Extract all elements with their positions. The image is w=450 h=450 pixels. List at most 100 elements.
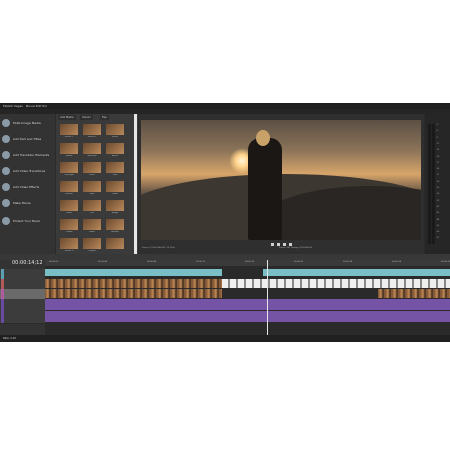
video-frame xyxy=(141,120,421,240)
media-thumbnail[interactable]: Mountain xyxy=(82,143,102,159)
track-color xyxy=(1,311,4,323)
media-thumbnail[interactable]: Clouds xyxy=(59,219,79,235)
next-frame-icon[interactable] xyxy=(289,242,292,246)
person-silhouette xyxy=(248,138,282,240)
thumbnail-image xyxy=(83,143,101,154)
track-color xyxy=(1,279,4,289)
ruler-tick-label: 00:00:24 xyxy=(343,261,352,263)
media-thumbnail[interactable]: River xyxy=(82,162,102,178)
media-thumbnail[interactable]: Dawn xyxy=(105,181,125,197)
audio-clip[interactable] xyxy=(45,299,450,310)
media-thumbnail[interactable]: City Night xyxy=(59,162,79,178)
media-thumbnail[interactable]: Road xyxy=(82,219,102,235)
audio-clip[interactable] xyxy=(45,311,450,322)
wizard-item-label: Add Video Effects xyxy=(13,185,40,189)
video-clip[interactable] xyxy=(45,279,222,288)
meter-tick-label: -18 xyxy=(436,155,440,158)
meter-left xyxy=(428,124,431,244)
thumbnail-image xyxy=(83,162,101,173)
wizard-item-make-movie[interactable]: Make Movie xyxy=(2,196,54,210)
ruler-tick-label: 00:00:08 xyxy=(147,261,156,263)
thumbnail-image xyxy=(106,238,124,249)
meter-tick-label: -27 xyxy=(436,174,440,177)
thumbnail-image xyxy=(83,238,101,249)
thumbnail-label: Road xyxy=(89,231,95,233)
wizard-item-text[interactable]: Add Text and Titles xyxy=(2,132,54,146)
media-thumbnail[interactable]: Canyon xyxy=(82,238,102,254)
track-color xyxy=(1,269,4,279)
media-thumbnail[interactable]: Desert 3 xyxy=(59,238,79,254)
thumbnail-label: Desert 1 xyxy=(64,136,74,138)
meter-tick-label: -51 xyxy=(436,224,440,227)
video-clip[interactable] xyxy=(222,279,450,288)
media-thumbnail[interactable]: Desert 2 xyxy=(82,124,102,140)
media-tab[interactable]: Import xyxy=(80,115,93,120)
media-thumbnail[interactable]: Desert 1 xyxy=(59,124,79,140)
window-subtitle: Movie Edit Pro xyxy=(25,104,48,108)
thumbnail-label: Cliff xyxy=(90,212,94,214)
wizard-item-label: Add Text and Titles xyxy=(13,137,42,141)
timeline-ruler[interactable]: 00:00:00 00:00:04 00:00:08 00:00:12 00:00:16… xyxy=(45,260,450,266)
media-thumbnail[interactable]: Lake xyxy=(105,162,125,178)
wizard-item-video-transitions[interactable]: Add Video Transitions xyxy=(2,164,54,178)
media-thumbnail[interactable]: Portrait xyxy=(59,181,79,197)
wizard-panel: Multi-Image Media Add Text and Titles Ad… xyxy=(0,114,55,254)
window-title: MAGIX Vegas xyxy=(3,104,23,108)
play-icon[interactable] xyxy=(277,242,280,246)
media-thumbnail[interactable] xyxy=(105,238,125,254)
thumbnail-label: Horizon xyxy=(111,231,119,233)
meter-right xyxy=(432,124,435,244)
status-text: Rate: 0.00 xyxy=(3,337,16,340)
ruler-tick-label: 00:00:32 xyxy=(441,261,450,263)
meter-tick-label: -45 xyxy=(436,212,440,215)
thumbnail-label: Portrait xyxy=(65,193,73,195)
ruler-tick-label: 00:00:28 xyxy=(392,261,401,263)
thumbnail-image xyxy=(60,200,78,211)
thumbnail-image xyxy=(83,200,101,211)
video-transition-icon xyxy=(2,167,10,175)
wizard-item-music[interactable]: Protect Your Music xyxy=(2,214,54,228)
meter-tick-label: -57 xyxy=(436,237,440,240)
thumbnail-label: Dawn xyxy=(112,193,118,195)
thumbnail-label: Sunset xyxy=(65,155,73,157)
thumbnail-image xyxy=(60,219,78,230)
title-clip[interactable] xyxy=(45,269,222,276)
stop-icon[interactable] xyxy=(283,242,286,246)
meter-tick-label: -12 xyxy=(436,142,440,145)
media-tab[interactable]: Exp xyxy=(100,115,109,120)
meter-tick-label: -6 xyxy=(436,130,438,133)
media-thumbnail[interactable]: Bridge xyxy=(105,200,125,216)
media-thumbnail[interactable]: Snow xyxy=(59,200,79,216)
status-bar: Rate: 0.00 xyxy=(0,335,450,342)
playhead[interactable] xyxy=(267,260,268,335)
media-thumbnail[interactable]: Forest xyxy=(105,124,125,140)
thumbnail-image xyxy=(83,124,101,135)
wizard-item-label: Multi-Image Media xyxy=(13,121,41,125)
wizard-item-video-effects[interactable]: Add Video Effects xyxy=(2,180,54,194)
meter-tick-label: -39 xyxy=(436,199,440,202)
media-thumbnail[interactable]: Sunset xyxy=(59,143,79,159)
title-clip[interactable] xyxy=(263,269,450,276)
music-icon xyxy=(2,217,10,225)
media-tab[interactable]: Add Media xyxy=(58,115,76,120)
timeline-area[interactable]: 00:00:00 00:00:04 00:00:08 00:00:12 00:00:16… xyxy=(45,260,450,335)
media-scrollbar[interactable] xyxy=(134,114,137,254)
movie-icon xyxy=(2,199,10,207)
thumbnail-label: Canyon xyxy=(88,250,96,252)
meter-tick-label: -33 xyxy=(436,187,440,189)
thumbnail-label: Forest xyxy=(111,136,119,138)
media-thumbnail[interactable]: Horizon xyxy=(105,219,125,235)
wizard-item-transition-elements[interactable]: Add Transition Elements xyxy=(2,148,54,162)
ruler-tick-label: 00:00:04 xyxy=(98,261,107,263)
media-thumbnail[interactable]: Field xyxy=(82,181,102,197)
video-clip[interactable] xyxy=(45,289,222,298)
media-thumbnail[interactable]: Cliff xyxy=(82,200,102,216)
track-header[interactable] xyxy=(0,311,45,324)
prev-frame-icon[interactable] xyxy=(271,242,274,246)
wizard-item-label: Protect Your Music xyxy=(13,219,41,223)
preview-info: Frame: 441 Display: 470x264x32 xyxy=(279,247,313,249)
media-pool: Add Media Import Exp Desert 1 Desert 2 For… xyxy=(56,114,138,254)
media-thumbnail[interactable]: Beach xyxy=(105,143,125,159)
wizard-item-multi-image[interactable]: Multi-Image Media xyxy=(2,116,54,130)
video-clip[interactable] xyxy=(378,289,450,298)
